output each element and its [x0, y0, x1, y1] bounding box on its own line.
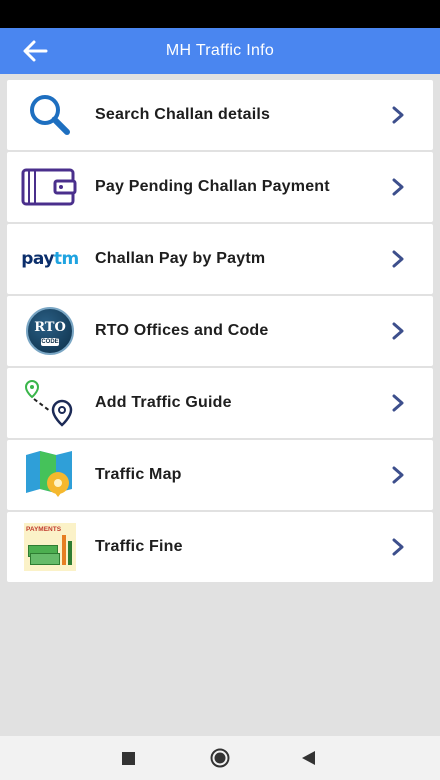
- chevron-right-icon: [392, 106, 404, 124]
- menu-item-traffic-fine[interactable]: PAYMENTS Traffic Fine: [7, 512, 433, 582]
- menu-item-traffic-guide[interactable]: Add Traffic Guide: [7, 368, 433, 438]
- menu-item-pay-pending[interactable]: Pay Pending Challan Payment: [7, 152, 433, 222]
- home-circle-icon: [210, 748, 230, 768]
- rto-badge-icon: RTO CODE: [26, 307, 74, 355]
- wallet-icon: [21, 161, 79, 213]
- menu-item-rto-offices[interactable]: RTO CODE RTO Offices and Code: [7, 296, 433, 366]
- paytm-logo: pay tm: [21, 249, 79, 269]
- menu-item-traffic-map[interactable]: Traffic Map: [7, 440, 433, 510]
- chevron-right-icon: [392, 466, 404, 484]
- recents-square-icon: [122, 752, 135, 765]
- payments-icon: PAYMENTS: [24, 523, 76, 571]
- route-pin-icon: [21, 377, 79, 429]
- arrow-left-icon: [23, 40, 48, 62]
- back-button[interactable]: [20, 38, 52, 64]
- nav-back-button[interactable]: [302, 751, 315, 770]
- menu-item-label: Search Challan details: [95, 106, 271, 123]
- menu-item-label: Traffic Fine: [95, 538, 183, 555]
- menu-item-search-challan[interactable]: Search Challan details: [7, 80, 433, 150]
- chevron-right-icon: [392, 178, 404, 196]
- recents-button[interactable]: [122, 752, 135, 770]
- menu-item-label: Traffic Map: [95, 466, 182, 483]
- menu-item-label: Challan Pay by Paytm: [95, 250, 266, 267]
- menu-item-label: RTO Offices and Code: [95, 322, 269, 339]
- system-nav-bar: [0, 736, 440, 780]
- chevron-right-icon: [392, 538, 404, 556]
- app-bar: MH Traffic Info: [0, 28, 440, 74]
- chevron-right-icon: [392, 394, 404, 412]
- chevron-right-icon: [392, 250, 404, 268]
- chevron-right-icon: [392, 322, 404, 340]
- menu-list: Search Challan details Pay Pending Chall…: [7, 80, 433, 584]
- map-icon: [21, 449, 79, 501]
- menu-item-label: Pay Pending Challan Payment: [95, 178, 330, 195]
- page-title: MH Traffic Info: [165, 42, 275, 59]
- search-icon: [21, 89, 79, 141]
- status-bar: [0, 0, 440, 28]
- menu-item-label: Add Traffic Guide: [95, 394, 232, 411]
- menu-item-paytm[interactable]: pay tm Challan Pay by Paytm: [7, 224, 433, 294]
- back-triangle-icon: [302, 751, 315, 765]
- home-button[interactable]: [210, 748, 230, 773]
